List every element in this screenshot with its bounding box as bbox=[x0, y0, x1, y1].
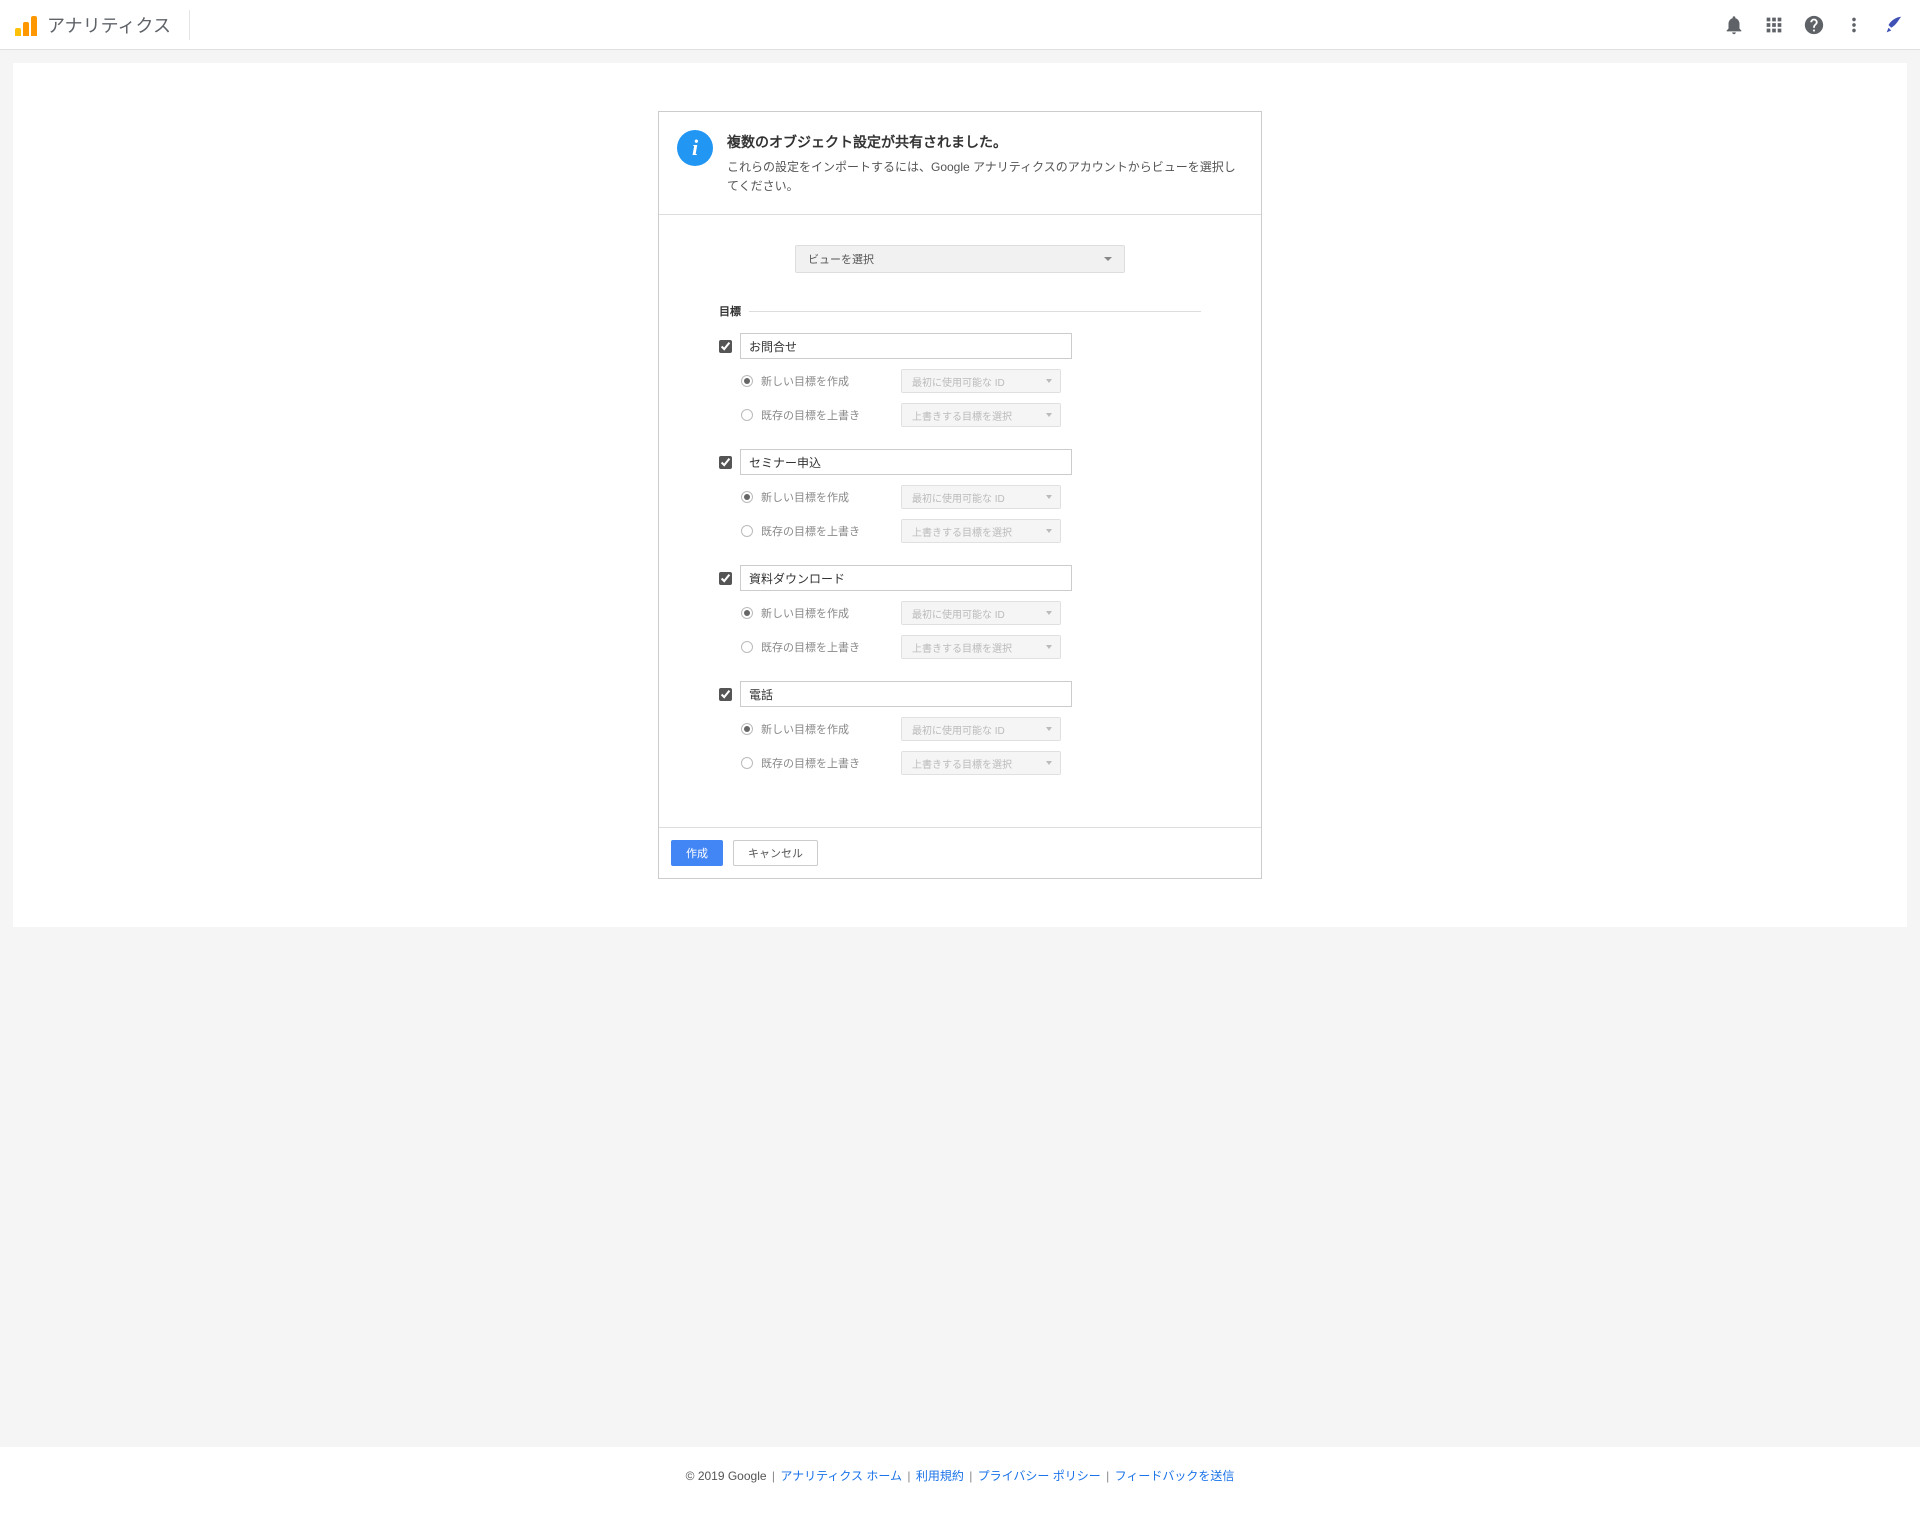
overwrite-label: 既存の目標を上書き bbox=[761, 639, 901, 655]
create-id-select[interactable]: 最初に使用可能な ID bbox=[901, 717, 1061, 741]
create-button[interactable]: 作成 bbox=[671, 840, 723, 866]
card-footer: 作成 キャンセル bbox=[659, 828, 1261, 878]
feather-icon[interactable] bbox=[1883, 14, 1905, 36]
footer-link-tos[interactable]: 利用規約 bbox=[916, 1469, 964, 1483]
footer-link-feedback[interactable]: フィードバックを送信 bbox=[1115, 1469, 1235, 1483]
goal-item: 新しい目標を作成 最初に使用可能な ID 既存の目標を上書き 上書きする目標を選… bbox=[719, 565, 1201, 659]
help-icon[interactable] bbox=[1803, 14, 1825, 36]
create-id-placeholder: 最初に使用可能な ID bbox=[912, 722, 1005, 737]
goal-name-input[interactable] bbox=[740, 333, 1072, 359]
goal-item: 新しい目標を作成 最初に使用可能な ID 既存の目標を上書き 上書きする目標を選… bbox=[719, 681, 1201, 775]
overwrite-placeholder: 上書きする目標を選択 bbox=[912, 524, 1012, 539]
analytics-logo-icon bbox=[15, 14, 37, 36]
radio-create-new[interactable] bbox=[741, 607, 753, 619]
logo-wrap: アナリティクス bbox=[15, 10, 190, 40]
overwrite-label: 既存の目標を上書き bbox=[761, 407, 901, 423]
goal-name-input[interactable] bbox=[740, 449, 1072, 475]
create-id-select[interactable]: 最初に使用可能な ID bbox=[901, 369, 1061, 393]
create-id-placeholder: 最初に使用可能な ID bbox=[912, 490, 1005, 505]
card-title: 複数のオブジェクト設定が共有されました。 bbox=[727, 132, 1243, 152]
notifications-icon[interactable] bbox=[1723, 14, 1745, 36]
radio-create-new[interactable] bbox=[741, 491, 753, 503]
goals-heading-label: 目標 bbox=[719, 303, 749, 319]
radio-create-new[interactable] bbox=[741, 723, 753, 735]
more-icon[interactable] bbox=[1843, 14, 1865, 36]
overwrite-select[interactable]: 上書きする目標を選択 bbox=[901, 751, 1061, 775]
main-background: i 複数のオブジェクト設定が共有されました。 これらの設定をインポートするには、… bbox=[0, 50, 1920, 1447]
chevron-down-icon bbox=[1046, 645, 1052, 649]
goal-name-input[interactable] bbox=[740, 565, 1072, 591]
create-new-label: 新しい目標を作成 bbox=[761, 373, 901, 389]
chevron-down-icon bbox=[1046, 413, 1052, 417]
create-new-label: 新しい目標を作成 bbox=[761, 721, 901, 737]
view-selector-label: ビューを選択 bbox=[808, 251, 874, 267]
footer-link-home[interactable]: アナリティクス ホーム bbox=[780, 1469, 902, 1483]
radio-create-new[interactable] bbox=[741, 375, 753, 387]
radio-overwrite[interactable] bbox=[741, 641, 753, 653]
info-icon: i bbox=[677, 130, 713, 166]
create-id-select[interactable]: 最初に使用可能な ID bbox=[901, 485, 1061, 509]
overwrite-label: 既存の目標を上書き bbox=[761, 755, 901, 771]
create-id-placeholder: 最初に使用可能な ID bbox=[912, 374, 1005, 389]
view-selector[interactable]: ビューを選択 bbox=[795, 245, 1125, 273]
goal-item: 新しい目標を作成 最初に使用可能な ID 既存の目標を上書き 上書きする目標を選… bbox=[719, 333, 1201, 427]
goal-checkbox[interactable] bbox=[719, 456, 732, 469]
overwrite-placeholder: 上書きする目標を選択 bbox=[912, 408, 1012, 423]
chevron-down-icon bbox=[1104, 257, 1112, 261]
goal-checkbox[interactable] bbox=[719, 340, 732, 353]
radio-overwrite[interactable] bbox=[741, 525, 753, 537]
goal-checkbox[interactable] bbox=[719, 572, 732, 585]
card-description: これらの設定をインポートするには、Google アナリティクスのアカウントからビ… bbox=[727, 158, 1243, 196]
create-id-select[interactable]: 最初に使用可能な ID bbox=[901, 601, 1061, 625]
copyright: © 2019 Google bbox=[686, 1469, 767, 1483]
card-header: i 複数のオブジェクト設定が共有されました。 これらの設定をインポートするには、… bbox=[659, 112, 1261, 215]
goals-heading: 目標 bbox=[719, 303, 1201, 319]
overwrite-select[interactable]: 上書きする目標を選択 bbox=[901, 635, 1061, 659]
apps-icon[interactable] bbox=[1763, 14, 1785, 36]
app-header: アナリティクス bbox=[0, 0, 1920, 50]
import-card: i 複数のオブジェクト設定が共有されました。 これらの設定をインポートするには、… bbox=[658, 111, 1262, 879]
overwrite-placeholder: 上書きする目標を選択 bbox=[912, 640, 1012, 655]
goal-name-input[interactable] bbox=[740, 681, 1072, 707]
overwrite-select[interactable]: 上書きする目標を選択 bbox=[901, 519, 1061, 543]
overwrite-select[interactable]: 上書きする目標を選択 bbox=[901, 403, 1061, 427]
footer-link-privacy[interactable]: プライバシー ポリシー bbox=[978, 1469, 1101, 1483]
card-body: ビューを選択 目標 新しい目標を作成 最初に使用可能な ID bbox=[659, 215, 1261, 828]
main-panel: i 複数のオブジェクト設定が共有されました。 これらの設定をインポートするには、… bbox=[13, 63, 1907, 927]
page-footer: © 2019 Google | アナリティクス ホーム | 利用規約 | プライ… bbox=[0, 1447, 1920, 1504]
chevron-down-icon bbox=[1046, 611, 1052, 615]
chevron-down-icon bbox=[1046, 529, 1052, 533]
overwrite-placeholder: 上書きする目標を選択 bbox=[912, 756, 1012, 771]
chevron-down-icon bbox=[1046, 495, 1052, 499]
create-new-label: 新しい目標を作成 bbox=[761, 489, 901, 505]
radio-overwrite[interactable] bbox=[741, 757, 753, 769]
create-new-label: 新しい目標を作成 bbox=[761, 605, 901, 621]
cancel-button[interactable]: キャンセル bbox=[733, 840, 818, 866]
overwrite-label: 既存の目標を上書き bbox=[761, 523, 901, 539]
chevron-down-icon bbox=[1046, 379, 1052, 383]
goal-item: 新しい目標を作成 最初に使用可能な ID 既存の目標を上書き 上書きする目標を選… bbox=[719, 449, 1201, 543]
radio-overwrite[interactable] bbox=[741, 409, 753, 421]
create-id-placeholder: 最初に使用可能な ID bbox=[912, 606, 1005, 621]
chevron-down-icon bbox=[1046, 761, 1052, 765]
goal-checkbox[interactable] bbox=[719, 688, 732, 701]
chevron-down-icon bbox=[1046, 727, 1052, 731]
app-title: アナリティクス bbox=[47, 12, 171, 38]
header-actions bbox=[1723, 14, 1905, 36]
